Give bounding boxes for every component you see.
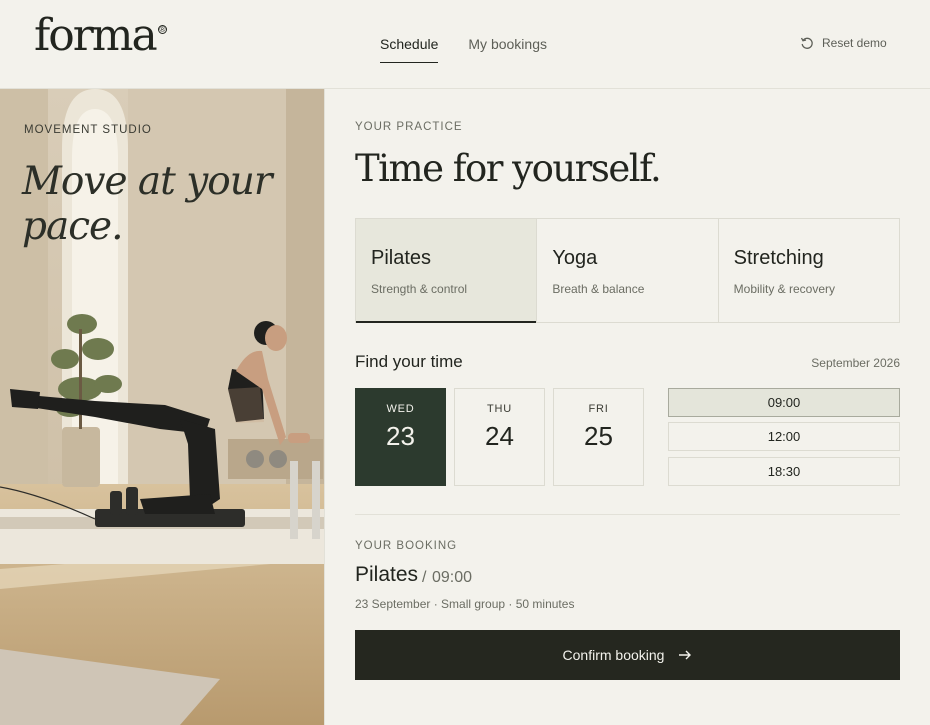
time-slot-1200[interactable]: 12:00 <box>668 422 900 451</box>
day-date: 24 <box>485 421 514 451</box>
page-title: Time for yourself. <box>355 147 662 190</box>
hero-eyebrow: MOVEMENT STUDIO <box>24 124 152 136</box>
arrow-right-icon <box>679 650 692 660</box>
day-weekday: WED <box>386 403 415 415</box>
booking-class: Pilates <box>355 563 419 586</box>
class-subtitle: Mobility & recovery <box>733 282 836 296</box>
app-header: forma ® Schedule My bookings Reset demo <box>0 0 930 89</box>
time-slot-1830[interactable]: 18:30 <box>668 457 900 486</box>
class-card-stretching[interactable]: Stretching Mobility & recovery <box>719 219 899 322</box>
time-slot-0900[interactable]: 09:00 <box>668 388 900 417</box>
day-thu-24[interactable]: THU 24 <box>454 388 545 486</box>
brand-logo[interactable]: forma <box>34 14 158 58</box>
registered-mark: ® <box>158 24 167 34</box>
day-wed-23[interactable]: WED 23 <box>355 388 446 486</box>
month-label: September 2026 <box>811 356 900 370</box>
day-weekday: FRI <box>588 403 609 415</box>
practice-eyebrow: YOUR PRACTICE <box>355 121 463 133</box>
confirm-booking-button[interactable]: Confirm booking <box>355 630 900 680</box>
class-selector: Pilates Strength & control Yoga Breath &… <box>355 218 900 323</box>
confirm-label: Confirm booking <box>562 647 665 663</box>
hero-image: MOVEMENT STUDIO Move at your pace. <box>0 89 325 725</box>
hero-headline: Move at your pace. <box>22 159 273 249</box>
class-card-yoga[interactable]: Yoga Breath & balance <box>537 219 719 322</box>
booking-time: 09:00 <box>432 569 473 586</box>
nav-my-bookings[interactable]: My bookings <box>468 36 547 63</box>
day-date: 25 <box>584 421 613 451</box>
booking-separator: / <box>422 569 427 586</box>
day-weekday: THU <box>486 403 512 415</box>
find-time-heading: Find your time <box>355 352 463 371</box>
class-name: Pilates <box>371 247 432 269</box>
class-subtitle: Strength & control <box>371 282 468 296</box>
class-name: Yoga <box>552 247 598 269</box>
main-nav: Schedule My bookings <box>380 36 547 63</box>
reset-demo-button[interactable]: Reset demo <box>800 36 887 50</box>
reset-icon <box>800 37 813 49</box>
section-divider <box>355 514 900 515</box>
class-card-pilates[interactable]: Pilates Strength & control <box>356 219 538 323</box>
class-name: Stretching <box>733 247 824 269</box>
class-subtitle: Breath & balance <box>552 282 645 296</box>
nav-schedule[interactable]: Schedule <box>380 36 439 63</box>
day-fri-25[interactable]: FRI 25 <box>553 388 644 486</box>
day-date: 23 <box>386 421 415 451</box>
booking-eyebrow: YOUR BOOKING <box>355 540 458 552</box>
reset-label: Reset demo <box>822 36 887 50</box>
booking-details: 23 September · Small group · 50 minutes <box>355 597 575 611</box>
